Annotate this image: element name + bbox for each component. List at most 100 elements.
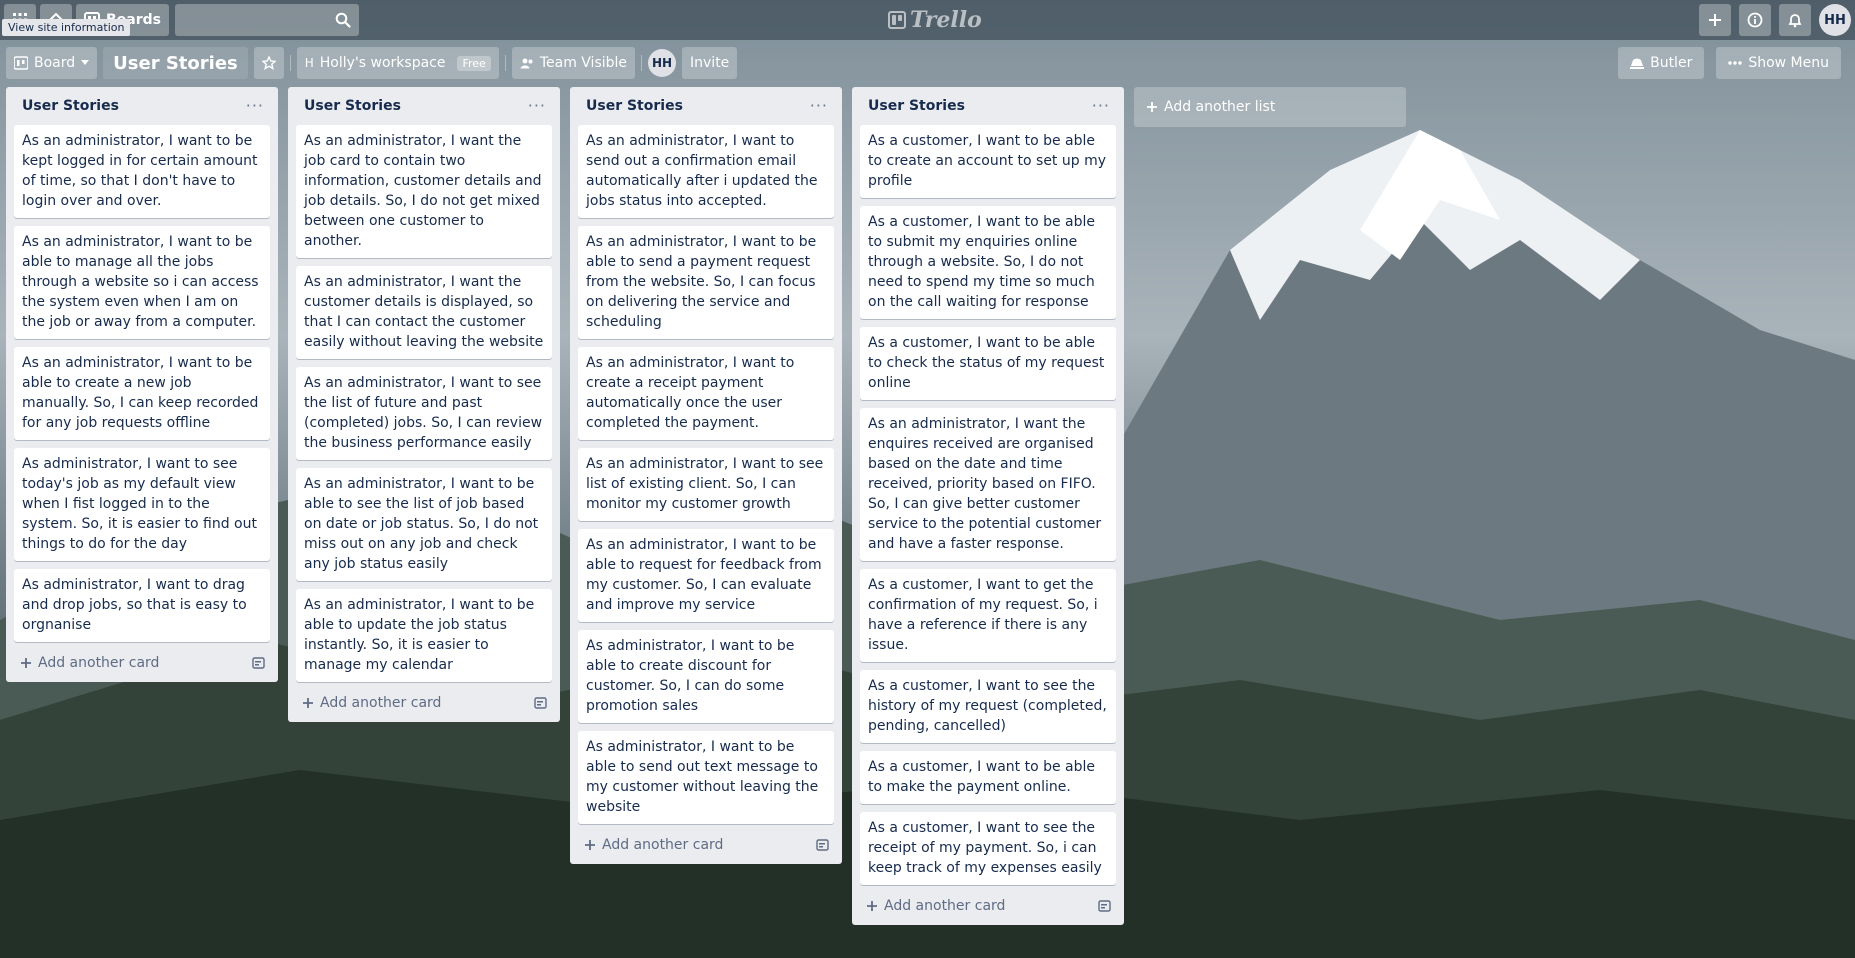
card[interactable]: As an administrator, I want to create a … xyxy=(578,347,834,440)
add-card-button[interactable]: Add another card xyxy=(866,898,1005,914)
plus-icon xyxy=(1709,14,1721,26)
info-button[interactable] xyxy=(1739,4,1771,36)
header-divider xyxy=(289,55,291,71)
workspace-plan-badge: Free xyxy=(457,55,491,71)
card[interactable]: As an administrator, I want to see the l… xyxy=(296,367,552,460)
card[interactable]: As a customer, I want to see the history… xyxy=(860,670,1116,743)
card[interactable]: As an administrator, I want the customer… xyxy=(296,266,552,359)
list[interactable]: User Stories ··· As an administrator, I … xyxy=(288,87,560,722)
card-list: As a customer, I want to be able to crea… xyxy=(860,125,1116,885)
create-button[interactable] xyxy=(1699,4,1731,36)
member-avatar[interactable]: HH xyxy=(1819,4,1851,36)
board-member-avatar[interactable]: HH xyxy=(648,49,677,77)
add-list-button[interactable]: Add another list xyxy=(1134,87,1406,127)
list-footer: Add another card xyxy=(296,684,552,722)
list-title[interactable]: User Stories xyxy=(586,98,683,114)
list-header[interactable]: User Stories ··· xyxy=(860,87,1116,125)
card[interactable]: As administrator, I want to see today's … xyxy=(14,448,270,561)
list-menu-icon[interactable]: ··· xyxy=(528,98,546,114)
show-menu-label: Show Menu xyxy=(1748,55,1829,71)
card-list: As an administrator, I want to be kept l… xyxy=(14,125,270,642)
card[interactable]: As a customer, I want to get the confirm… xyxy=(860,569,1116,662)
header-divider xyxy=(641,55,643,71)
add-card-label: Add another card xyxy=(38,655,160,671)
card[interactable]: As a customer, I want to be able to crea… xyxy=(860,125,1116,198)
notifications-button[interactable] xyxy=(1779,4,1811,36)
visibility-button[interactable]: Team Visible xyxy=(511,47,636,79)
card[interactable]: As an administrator, I want the job card… xyxy=(296,125,552,258)
workspace-icon: H xyxy=(304,56,314,70)
card[interactable]: As administrator, I want to drag and dro… xyxy=(14,569,270,642)
list-menu-icon[interactable]: ··· xyxy=(1092,98,1110,114)
board-title[interactable]: User Stories xyxy=(103,47,248,79)
card[interactable]: As an administrator, I want to be able t… xyxy=(578,529,834,622)
butler-button[interactable]: Butler xyxy=(1618,47,1705,79)
search-icon xyxy=(335,12,351,28)
card[interactable]: As an administrator, I want to see list … xyxy=(578,448,834,521)
card-list: As an administrator, I want to send out … xyxy=(578,125,834,824)
plus-icon xyxy=(867,901,877,911)
list-header[interactable]: User Stories ··· xyxy=(14,87,270,125)
list-header[interactable]: User Stories ··· xyxy=(578,87,834,125)
list[interactable]: User Stories ··· As an administrator, I … xyxy=(570,87,842,864)
add-list-label: Add another list xyxy=(1164,99,1276,115)
card-template-icon[interactable] xyxy=(534,696,548,710)
list[interactable]: User Stories ··· As a customer, I want t… xyxy=(852,87,1124,925)
list-menu-icon[interactable]: ··· xyxy=(810,98,828,114)
more-horizontal-icon xyxy=(1728,61,1743,65)
board-canvas: User Stories ··· As an administrator, I … xyxy=(6,87,1406,925)
workspace-button[interactable]: H Holly's workspace Free xyxy=(296,47,499,79)
list[interactable]: User Stories ··· As an administrator, I … xyxy=(6,87,278,682)
card[interactable]: As an administrator, I want to send out … xyxy=(578,125,834,218)
plus-icon xyxy=(21,658,31,668)
list-title[interactable]: User Stories xyxy=(22,98,119,114)
list-footer: Add another card xyxy=(14,644,270,682)
card[interactable]: As an administrator, I want to be able t… xyxy=(14,347,270,440)
invite-button[interactable]: Invite xyxy=(682,47,738,79)
header-right-actions: HH xyxy=(1699,4,1851,36)
card-template-icon[interactable] xyxy=(252,656,266,670)
card[interactable]: As an administrator, I want to be able t… xyxy=(296,589,552,682)
trello-logo[interactable]: Trello xyxy=(888,7,982,33)
add-card-label: Add another card xyxy=(320,695,442,711)
card[interactable]: As a customer, I want to be able to subm… xyxy=(860,206,1116,319)
list-title[interactable]: User Stories xyxy=(868,98,965,114)
card[interactable]: As an administrator, I want to be kept l… xyxy=(14,125,270,218)
search-input[interactable] xyxy=(195,12,335,28)
header-divider xyxy=(504,55,506,71)
add-card-button[interactable]: Add another card xyxy=(584,837,723,853)
card[interactable]: As an administrator, I want to be able t… xyxy=(296,468,552,581)
card-template-icon[interactable] xyxy=(1098,899,1112,913)
list-footer: Add another card xyxy=(860,887,1116,925)
board-view-switcher[interactable]: Board xyxy=(6,47,98,79)
top-navigation-bar: Boards Trello HH xyxy=(0,0,1855,40)
trello-logo-mark xyxy=(888,11,906,29)
card[interactable]: As an administrator, I want the enquires… xyxy=(860,408,1116,561)
search-box[interactable] xyxy=(175,4,359,36)
card-list: As an administrator, I want the job card… xyxy=(296,125,552,682)
site-info-tooltip: View site information xyxy=(2,19,131,36)
board-header: Board User Stories H Holly's workspace F… xyxy=(0,40,1855,86)
card[interactable]: As administrator, I want to be able to s… xyxy=(578,731,834,824)
card[interactable]: As administrator, I want to be able to c… xyxy=(578,630,834,723)
card-template-icon[interactable] xyxy=(816,838,830,852)
plus-icon xyxy=(1147,102,1157,112)
add-card-button[interactable]: Add another card xyxy=(20,655,159,671)
board-view-label: Board xyxy=(34,55,76,71)
show-menu-button[interactable]: Show Menu xyxy=(1716,47,1841,79)
card[interactable]: As a customer, I want to be able to make… xyxy=(860,751,1116,804)
list-title[interactable]: User Stories xyxy=(304,98,401,114)
team-visible-icon xyxy=(520,58,533,69)
star-board-button[interactable] xyxy=(253,47,284,79)
invite-label: Invite xyxy=(690,55,730,71)
card[interactable]: As an administrator, I want to be able t… xyxy=(578,226,834,339)
card[interactable]: As a customer, I want to see the receipt… xyxy=(860,812,1116,885)
logo-text: Trello xyxy=(910,7,982,33)
list-footer: Add another card xyxy=(578,826,834,864)
card[interactable]: As an administrator, I want to be able t… xyxy=(14,226,270,339)
card[interactable]: As a customer, I want to be able to chec… xyxy=(860,327,1116,400)
chevron-down-icon xyxy=(81,60,90,65)
add-card-button[interactable]: Add another card xyxy=(302,695,441,711)
list-header[interactable]: User Stories ··· xyxy=(296,87,552,125)
list-menu-icon[interactable]: ··· xyxy=(246,98,264,114)
